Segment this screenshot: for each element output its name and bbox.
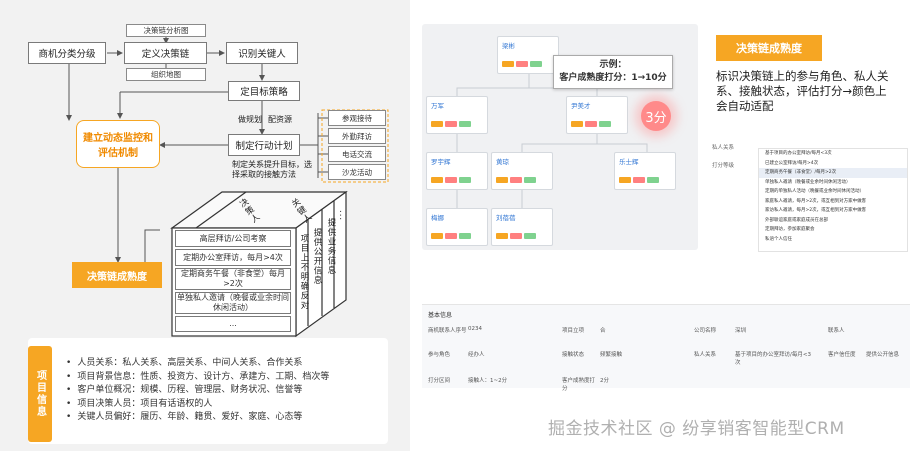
dropdown-option[interactable]: 已建立公室拜访/每月>4次 xyxy=(759,159,907,169)
cube-front-list: 高层拜访/公司考察 定期办公室拜访，每月>4次 定期商务午餐（非食堂）每月>2次… xyxy=(175,228,291,334)
base-info-cell: 频繁接触 xyxy=(600,352,623,358)
base-info-cell: 客户成熟度打分 xyxy=(562,378,596,392)
activity-salon: 沙龙活动 xyxy=(328,164,386,180)
project-info-tab: 项目信息 xyxy=(28,346,52,442)
org-node[interactable]: 梅娜 xyxy=(426,208,488,246)
dropdown-label-1: 私人关系 xyxy=(712,145,735,151)
base-info-cell: 基于项目的办公室拜访/每月<3次 xyxy=(735,352,811,366)
action-plan-note: 制定关系提升目标，选择采取的接触方法 xyxy=(232,160,312,179)
classify-box: 商机分类分级 xyxy=(28,42,106,64)
define-chain-box: 定义决策链 xyxy=(124,42,207,64)
base-info-cell: 打分区间 xyxy=(428,378,451,384)
base-info-cell: 联系人 xyxy=(828,328,845,334)
set-strategy-box: 定目标策略 xyxy=(228,81,300,101)
base-info-cell: 深圳 xyxy=(735,328,747,334)
base-info-cell: 合 xyxy=(600,328,606,334)
org-node[interactable]: 尹美才 xyxy=(566,96,628,134)
cube-side-col-1: 项目上不明确反对 xyxy=(299,234,309,310)
cube-side-col-3: 提供业务信息 xyxy=(326,218,336,275)
org-node[interactable]: 刘蓓蓓 xyxy=(491,208,553,246)
org-node[interactable]: 黄琼 xyxy=(491,152,553,190)
info-item: 项目决策人员：项目有话语权的人 xyxy=(76,398,329,412)
org-map-box: 组织地图 xyxy=(126,68,206,81)
maturity-description: 标识决策链上的参与角色、私人关系、接触状态，评估打分→颜色上会自动适配 xyxy=(716,69,889,113)
dropdown-option[interactable]: 单独私人邀请（晚餐或业余时间休闲活动） xyxy=(759,178,907,188)
cube-item: 定期办公室拜访，每月>4次 xyxy=(175,249,291,266)
base-info-cell: 接触人：1~2分 xyxy=(468,378,508,384)
org-node[interactable]: 罗宇辉 xyxy=(426,152,488,190)
dropdown-option[interactable]: 定期的单独私人活动（晚餐或业余时间休闲活动） xyxy=(759,187,907,197)
base-info-cell: 提供公开信息 xyxy=(866,352,900,358)
org-node[interactable]: 梁彬 xyxy=(497,36,559,74)
analysis-diagram-box: 决策链分析图 xyxy=(126,24,206,37)
base-info-cell: 私人关系 xyxy=(694,352,717,358)
dropdown-option[interactable]: 家访私人邀请，每月>2次，或互相到对方家中做客 xyxy=(759,206,907,216)
org-node[interactable]: 万军 xyxy=(426,96,488,134)
dropdown-option[interactable]: 定期商务午餐（非食堂）/每月>2次 xyxy=(759,168,907,178)
dropdown-option[interactable]: 家庭私人邀请，每月>2次，或互相到对方家中做客 xyxy=(759,197,907,207)
project-info-list: 人员关系：私人关系、高层关系、中间人关系、合作关系 项目背景信息：性质、投资方、… xyxy=(76,357,329,425)
action-plan-box: 制定行动计划 xyxy=(228,134,300,156)
dropdown-option[interactable]: 定期拜访，参加家庭聚会 xyxy=(759,225,907,235)
base-info-cell: 接触状态 xyxy=(562,352,585,358)
org-node-name: 梅娜 xyxy=(431,214,444,222)
cube-item: 单独私人邀请（晚餐或业余时间休闲活动） xyxy=(175,292,291,314)
cube-item: ... xyxy=(175,316,291,332)
org-node-name: 刘蓓蓓 xyxy=(496,214,516,222)
base-info-cell: 客户信任度 xyxy=(828,352,856,358)
relationship-dropdown[interactable]: 基于项目的办公室拜访/每月<3次 已建立公室拜访/每月>4次 定期商务午餐（非食… xyxy=(758,148,908,252)
identify-people-box: 识别关键人 xyxy=(226,42,298,64)
maturity-box: 决策链成熟度 xyxy=(72,262,162,288)
base-info-cell: 参与角色 xyxy=(428,352,451,358)
base-info-cell: 0234 xyxy=(468,326,482,332)
cube-item: 高层拜访/公司考察 xyxy=(175,230,291,247)
activity-phone: 电话交流 xyxy=(328,146,386,162)
base-info-cell: 2分 xyxy=(600,378,609,384)
callout-line-1: 示例： xyxy=(599,60,627,70)
dropdown-label-2: 打分等级 xyxy=(712,163,735,169)
cube-side-col-2: 提供公开信息 xyxy=(312,228,322,285)
activity-field-visit: 外勤拜访 xyxy=(328,128,386,144)
score-badge: 3分 xyxy=(641,101,671,131)
plan-label: 做规划 xyxy=(238,115,262,124)
dropdown-option[interactable]: 基于项目的办公室拜访/每月<3次 xyxy=(759,149,907,159)
org-node-name: 尹美才 xyxy=(571,102,591,110)
info-item: 项目背景信息：性质、投资方、设计方、承建方、工期、档次等 xyxy=(76,371,329,385)
allocate-label: 配资源 xyxy=(268,115,292,124)
org-node-name: 罗宇辉 xyxy=(431,158,451,166)
org-node[interactable]: 乐士辉 xyxy=(614,152,676,190)
callout-line-2: 客户成熟度打分：1→10分 xyxy=(559,73,667,83)
monitor-box: 建立动态监控和评估机制 xyxy=(76,120,160,168)
org-node-name: 梁彬 xyxy=(502,42,515,50)
base-info-cell: 项目立项 xyxy=(562,328,585,334)
base-info-cell: 商机联系人序号 xyxy=(428,328,467,334)
org-node-name: 万军 xyxy=(431,102,444,110)
info-item: 人员关系：私人关系、高层关系、中间人关系、合作关系 xyxy=(76,357,329,371)
cube-item: 定期商务午餐（非食堂）每月>2次 xyxy=(175,268,291,290)
cube-side-col-4: ... xyxy=(337,210,347,222)
info-item: 关键人员偏好：履历、年龄、籍贯、爱好、家庭、心态等 xyxy=(76,411,329,425)
dropdown-option[interactable]: 私语个人信任 xyxy=(759,235,907,245)
watermark: 掘金技术社区 @ 纷享销客智能型CRM xyxy=(548,419,845,439)
dropdown-option[interactable]: 外部联谊家庭或家庭成员在总部 xyxy=(759,216,907,226)
info-item: 客户单位概况：规模、历程、管理层、财务状况、信誉等 xyxy=(76,384,329,398)
base-info-cell: 经办人 xyxy=(468,352,485,358)
org-node-name: 黄琼 xyxy=(496,158,509,166)
activity-visit: 参观接待 xyxy=(328,110,386,126)
example-callout: 示例： 客户成熟度打分：1→10分 xyxy=(553,55,673,89)
org-node-name: 乐士辉 xyxy=(619,158,639,166)
base-info-header: 基本信息 xyxy=(428,312,453,319)
maturity-title: 决策链成熟度 xyxy=(716,35,822,61)
base-info-cell: 公司名称 xyxy=(694,328,717,334)
